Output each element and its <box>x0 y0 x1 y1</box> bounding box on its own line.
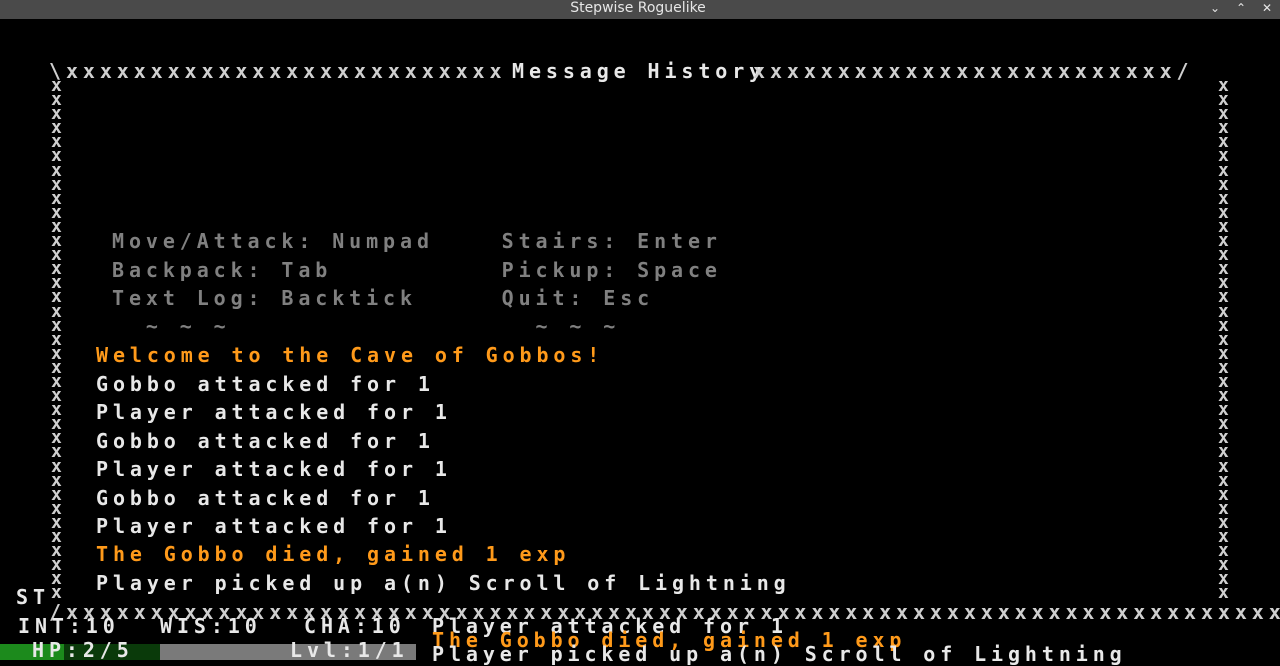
xp-bar: Lvl:1/1 <box>160 638 416 662</box>
message-line: The Gobbo died, gained 1 exp <box>96 542 571 566</box>
maximize-icon[interactable]: ⌃ <box>1230 0 1252 17</box>
window-title: Stepwise Roguelike <box>570 0 706 16</box>
panel-border-left: x x x x x x x x x x x x x x x x x x x x … <box>51 75 62 604</box>
panel-title: Message History <box>512 59 767 83</box>
panel-border-top-right: xxxxxxxxxxxxxxxxxxxxxxxxx/ <box>753 59 1194 83</box>
panel-border-right: x x x x x x x x x x x x x x x x x x x x … <box>1218 75 1229 604</box>
minimize-icon[interactable]: ⌄ <box>1204 0 1226 17</box>
level-label: Lvl:1/1 <box>290 638 409 662</box>
panel-border-top-left: \xxxxxxxxxxxxxxxxxxxxxxxxxx <box>49 59 507 83</box>
message-line: Welcome to the Cave of Gobbos! <box>96 343 605 367</box>
message-line: Player picked up a(n) Scroll of Lightnin… <box>96 571 791 595</box>
hp-bar-track: HP:2/5 <box>0 638 160 662</box>
message-line: Player attacked for 1 <box>96 400 452 424</box>
message-line: Gobbo attacked for 1 <box>96 372 435 396</box>
help-line: Backpack: Tab Pickup: Space <box>112 258 722 282</box>
message-line: Player attacked for 1 <box>96 457 452 481</box>
help-divider: ~ ~ ~ ~ ~ ~ <box>112 314 621 338</box>
stat-cha: CHA:10 <box>304 614 406 638</box>
stat-wis: WIS:10 <box>160 614 262 638</box>
stat-st: ST <box>16 585 50 609</box>
help-line: Text Log: Backtick Quit: Esc <box>112 286 655 310</box>
message-line: Gobbo attacked for 1 <box>96 486 435 510</box>
help-line: Move/Attack: Numpad Stairs: Enter <box>112 229 722 253</box>
close-icon[interactable]: ✕ <box>1256 0 1278 17</box>
message-line: Player attacked for 1 <box>96 514 452 538</box>
log-line: Player picked up a(n) Scroll of Lightnin… <box>432 642 1127 666</box>
window-titlebar: Stepwise Roguelike ⌄ ⌃ ✕ <box>0 0 1280 19</box>
hp-label: HP:2/5 <box>32 638 134 662</box>
message-line: Gobbo attacked for 1 <box>96 429 435 453</box>
stat-int: INT:10 <box>18 614 120 638</box>
